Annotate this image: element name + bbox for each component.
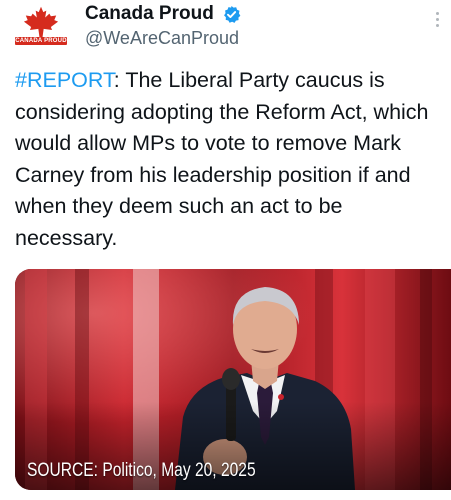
tweet-text: #REPORT: The Liberal Party caucus is con… xyxy=(15,65,450,254)
avatar-wordmark: CANADA PROUD xyxy=(15,37,67,45)
image-caption: SOURCE: Politico, May 20, 2025 xyxy=(27,460,256,481)
speaker-photo xyxy=(15,269,451,490)
maple-leaf-icon xyxy=(23,6,59,38)
user-handle[interactable]: @WeAreCanProud xyxy=(85,27,239,49)
display-name[interactable]: Canada Proud xyxy=(85,2,214,26)
avatar[interactable]: CANADA PROUD xyxy=(14,6,68,46)
hashtag-link[interactable]: #REPORT xyxy=(15,68,114,92)
more-vertical-icon[interactable] xyxy=(430,10,444,32)
tweet-body: : The Liberal Party caucus is considerin… xyxy=(15,68,429,250)
verified-badge-icon xyxy=(224,5,241,23)
media-photo[interactable]: SOURCE: Politico, May 20, 2025 xyxy=(15,269,451,490)
